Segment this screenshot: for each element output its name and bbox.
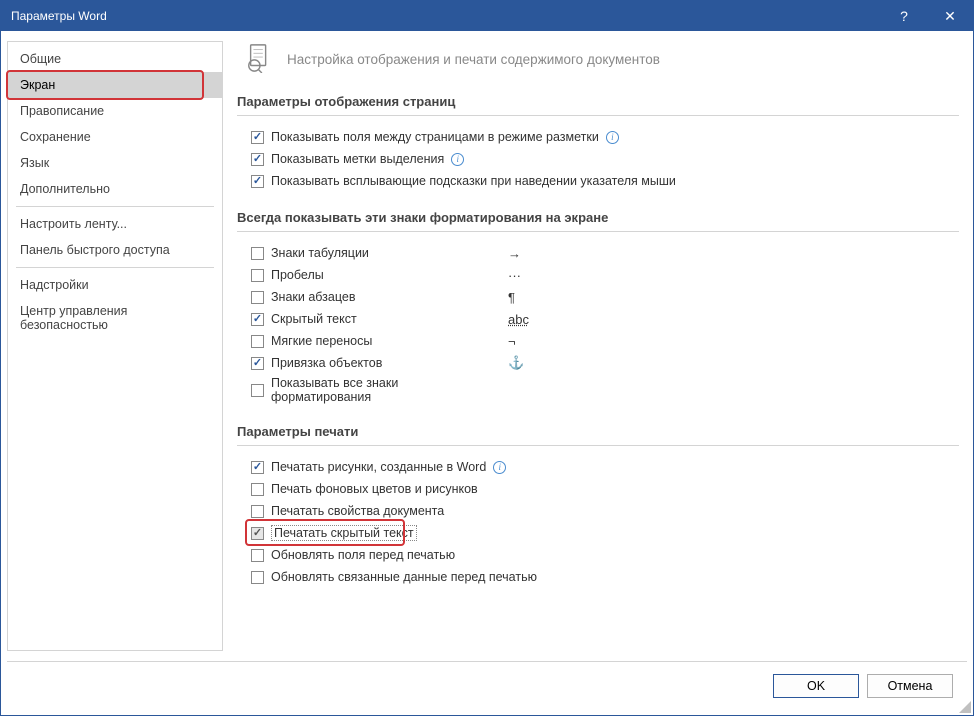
info-icon[interactable]: i	[451, 153, 464, 166]
option-label: Мягкие переносы	[271, 334, 501, 348]
option-label: Показывать поля между страницами в режим…	[271, 130, 599, 144]
opt-show-all-marks: Показывать все знаки форматирования	[237, 374, 959, 406]
opt-highlighter-marks: Показывать метки выделения i	[237, 148, 959, 170]
ok-button[interactable]: OK	[773, 674, 859, 698]
info-icon[interactable]: i	[606, 131, 619, 144]
checkbox[interactable]	[251, 357, 264, 370]
opt-print-hidden-text: Печатать скрытый текст	[237, 522, 959, 544]
option-label: Показывать все знаки форматирования	[271, 376, 501, 404]
opt-spaces: Пробелы ···	[237, 264, 959, 286]
option-label: Печатать свойства документа	[271, 504, 444, 518]
option-label: Показывать метки выделения	[271, 152, 444, 166]
checkbox[interactable]	[251, 131, 264, 144]
option-label: Печатать рисунки, созданные в Word	[271, 460, 486, 474]
panel-header: Настройка отображения и печати содержимо…	[237, 43, 959, 76]
symbol-paragraph: ¶	[508, 290, 538, 305]
titlebar: Параметры Word ? ✕	[1, 1, 973, 31]
info-icon[interactable]: i	[493, 461, 506, 474]
panel-heading: Настройка отображения и печати содержимо…	[287, 52, 660, 67]
option-label: Печать фоновых цветов и рисунков	[271, 482, 478, 496]
checkbox[interactable]	[251, 384, 264, 397]
opt-show-whitespace: Показывать поля между страницами в режим…	[237, 126, 959, 148]
opt-tab-characters: Знаки табуляции →	[237, 242, 959, 264]
checkbox[interactable]	[251, 313, 264, 326]
checkbox[interactable]	[251, 269, 264, 282]
option-label: Показывать всплывающие подсказки при нав…	[271, 174, 676, 188]
titlebar-buttons: ? ✕	[881, 1, 973, 31]
section-title-formatting-marks: Всегда показывать эти знаки форматирован…	[237, 206, 959, 232]
checkbox[interactable]	[251, 291, 264, 304]
section-title-printing: Параметры печати	[237, 420, 959, 446]
checkbox[interactable]	[251, 549, 264, 562]
checkbox[interactable]	[251, 483, 264, 496]
opt-print-drawings: Печатать рисунки, созданные в Word i	[237, 456, 959, 478]
resize-grip[interactable]	[959, 701, 971, 713]
options-dialog: Параметры Word ? ✕ Общие Экран Правописа…	[0, 0, 974, 716]
checkbox[interactable]	[251, 335, 264, 348]
option-label: Привязка объектов	[271, 356, 501, 370]
opt-print-properties: Печатать свойства документа	[237, 500, 959, 522]
sidebar-item-trust[interactable]: Центр управления безопасностью	[8, 298, 222, 338]
opt-hidden-text: Скрытый текст abc	[237, 308, 959, 330]
main-panel: Настройка отображения и печати содержимо…	[223, 31, 973, 661]
checkbox[interactable]	[251, 527, 264, 540]
symbol-space: ···	[508, 268, 538, 283]
dialog-footer: OK Отмена	[7, 661, 967, 709]
option-label: Знаки абзацев	[271, 290, 501, 304]
option-label: Пробелы	[271, 268, 501, 282]
sidebar-item-ribbon[interactable]: Настроить ленту...	[8, 211, 222, 237]
dialog-body: Общие Экран Правописание Сохранение Язык…	[1, 31, 973, 661]
symbol-tab: →	[508, 246, 538, 261]
sidebar-item-save[interactable]: Сохранение	[8, 124, 222, 150]
opt-tooltips: Показывать всплывающие подсказки при нав…	[237, 170, 959, 192]
opt-update-linked: Обновлять связанные данные перед печатью	[237, 566, 959, 588]
cancel-button[interactable]: Отмена	[867, 674, 953, 698]
checkbox[interactable]	[251, 571, 264, 584]
opt-optional-hyphens: Мягкие переносы ¬	[237, 330, 959, 352]
sidebar-item-qat[interactable]: Панель быстрого доступа	[8, 237, 222, 263]
sidebar-item-general[interactable]: Общие	[8, 46, 222, 72]
symbol-hyphen: ¬	[508, 334, 538, 349]
symbol-hidden: abc	[508, 312, 538, 327]
opt-object-anchors: Привязка объектов ⚓	[237, 352, 959, 374]
option-label: Обновлять связанные данные перед печатью	[271, 570, 537, 584]
symbol-anchor: ⚓	[508, 355, 538, 371]
checkbox[interactable]	[251, 461, 264, 474]
opt-update-fields: Обновлять поля перед печатью	[237, 544, 959, 566]
close-button[interactable]: ✕	[927, 1, 973, 31]
opt-paragraph-marks: Знаки абзацев ¶	[237, 286, 959, 308]
option-label: Скрытый текст	[271, 312, 501, 326]
document-preview-icon	[245, 43, 275, 76]
opt-print-background: Печать фоновых цветов и рисунков	[237, 478, 959, 500]
sidebar-item-proofing[interactable]: Правописание	[8, 98, 222, 124]
sidebar-item-language[interactable]: Язык	[8, 150, 222, 176]
sidebar-separator	[16, 267, 214, 268]
section-title-page-display: Параметры отображения страниц	[237, 90, 959, 116]
option-label: Обновлять поля перед печатью	[271, 548, 455, 562]
checkbox[interactable]	[251, 505, 264, 518]
checkbox[interactable]	[251, 247, 264, 260]
window-title: Параметры Word	[11, 9, 881, 23]
category-sidebar: Общие Экран Правописание Сохранение Язык…	[7, 41, 223, 651]
help-button[interactable]: ?	[881, 1, 927, 31]
checkbox[interactable]	[251, 175, 264, 188]
sidebar-item-addins[interactable]: Надстройки	[8, 272, 222, 298]
option-label: Печатать скрытый текст	[271, 526, 417, 540]
checkbox[interactable]	[251, 153, 264, 166]
sidebar-item-advanced[interactable]: Дополнительно	[8, 176, 222, 202]
sidebar-item-display[interactable]: Экран	[8, 72, 222, 98]
sidebar-separator	[16, 206, 214, 207]
option-label: Знаки табуляции	[271, 246, 501, 260]
